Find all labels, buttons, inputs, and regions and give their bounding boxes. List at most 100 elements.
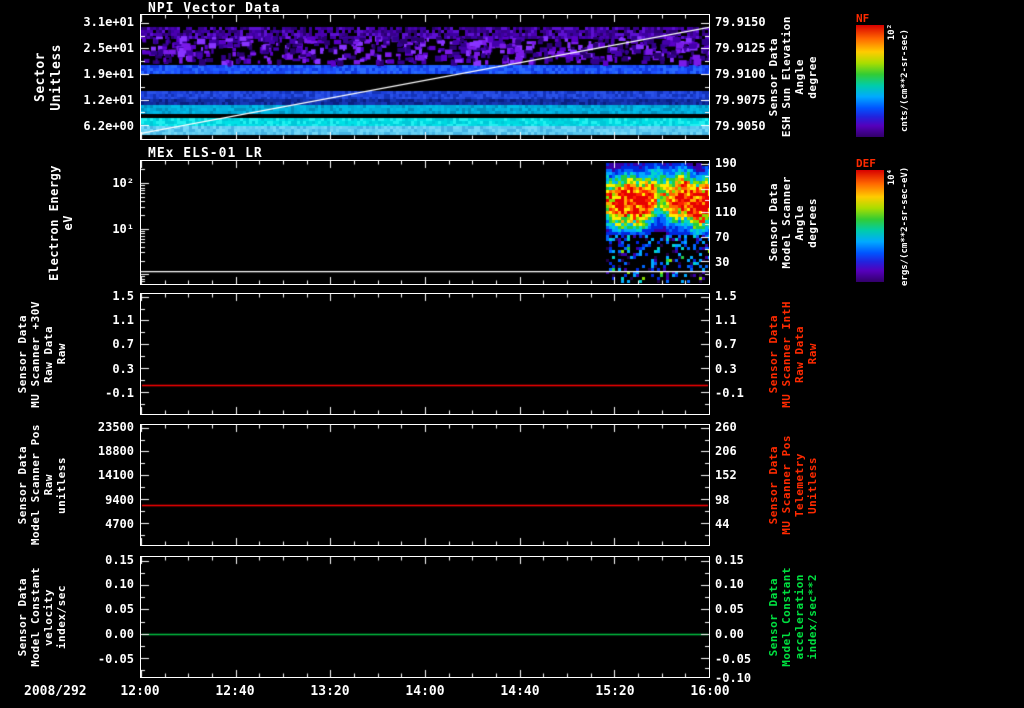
y-tick-label-left: 14100: [54, 468, 134, 482]
panel-canvas-3: [141, 425, 709, 545]
y-tick-label-left: 1.2e+01: [54, 93, 134, 107]
right-label-line: Model Constant: [780, 567, 793, 667]
right-label-line: Unitless: [806, 457, 819, 514]
y-tick-label-left: 0.10: [54, 577, 134, 591]
y-tick-label-left: 0.3: [54, 362, 134, 376]
x-tick-label: 14:40: [486, 684, 554, 699]
y-tick-label-right: 150: [715, 181, 773, 195]
y-tick-label-right: 0.00: [715, 627, 773, 641]
colorbar-nf: NF 10² cnts/(cm**2-sr-sec): [854, 12, 1024, 148]
y-tick-label-left: 4700: [54, 517, 134, 531]
left-label-line: Model Constant: [29, 567, 42, 667]
panel-plot-area-4: [140, 556, 710, 678]
y-tick-label-left: 2.5e+01: [54, 41, 134, 55]
y-tick-label-left: 10¹: [54, 222, 134, 236]
right-label-line: degree: [806, 56, 819, 99]
panel-plot-area-3: [140, 424, 710, 546]
y-tick-label-left: 3.1e+01: [54, 15, 134, 29]
y-tick-label-left: -0.05: [54, 652, 134, 666]
panel-plot-area-1: [140, 160, 710, 285]
y-tick-label-left: 0.00: [54, 627, 134, 641]
y-tick-label-left: 0.7: [54, 337, 134, 351]
colorbar-nf-top-tick-label: 10²: [887, 24, 897, 40]
y-tick-label-right: 30: [715, 255, 773, 269]
y-tick-label-left: 9400: [54, 493, 134, 507]
y-tick-label-right: 79.9075: [715, 93, 773, 107]
panel-plot-area-0: [140, 14, 710, 140]
y-tick-label-right: 0.15: [715, 553, 773, 567]
spectrogram-figure: NPI Vector Data MEx ELS-01 LR 2008/292 N…: [0, 0, 1024, 708]
y-tick-label-left: 1.1: [54, 313, 134, 327]
colorbar-def-title: DEF: [856, 157, 876, 170]
panel-plot-area-2: [140, 293, 710, 415]
right-label-line: Raw: [806, 343, 819, 364]
y-tick-label-right: -0.10: [715, 671, 773, 685]
y-tick-label-right: 1.1: [715, 313, 773, 327]
y-tick-label-right: 190: [715, 156, 773, 170]
y-tick-label-right: 79.9150: [715, 15, 773, 29]
left-label-line: Model Scanner Pos: [29, 424, 42, 545]
y-tick-label-right: 98: [715, 493, 773, 507]
right-label-line: Angle: [793, 59, 806, 95]
x-tick-label: 16:00: [676, 684, 744, 699]
y-tick-label-left: 1.5: [54, 289, 134, 303]
right-label-line: Angle: [793, 205, 806, 241]
right-label-line: degrees: [806, 198, 819, 248]
right-label-line: ESH Sun Elevation: [780, 16, 793, 137]
y-tick-label-right: 260: [715, 420, 773, 434]
y-tick-label-right: 79.9100: [715, 67, 773, 81]
panel-canvas-0: [141, 15, 709, 139]
left-label-line: Sensor Data: [16, 446, 29, 524]
y-tick-label-right: 79.9125: [715, 41, 773, 55]
right-label-line: index/sec**2: [806, 574, 819, 659]
right-label-line: MU Scanner IntH: [780, 301, 793, 408]
panel-title-mex-els-01-lr: MEx ELS-01 LR: [148, 146, 263, 161]
x-tick-label: 14:00: [391, 684, 459, 699]
y-tick-label-right: 70: [715, 230, 773, 244]
y-tick-label-right: 152: [715, 468, 773, 482]
y-tick-label-right: 0.05: [715, 602, 773, 616]
y-tick-label-left: 6.2e+00: [54, 119, 134, 133]
x-tick-label: 12:00: [106, 684, 174, 699]
x-tick-label: 13:20: [296, 684, 364, 699]
x-axis-date-label: 2008/292: [24, 684, 87, 699]
x-tick-label: 12:40: [201, 684, 269, 699]
right-label-line: acceleration: [793, 574, 806, 659]
y-tick-label-left: 1.9e+01: [54, 67, 134, 81]
colorbar-nf-gradient: [856, 25, 884, 137]
colorbar-def-units-label: ergs/(cm**2-sr-sec-eV): [900, 165, 910, 287]
right-label-line: MU Scanner Pos: [780, 435, 793, 535]
right-label-line: Model Scanner: [780, 176, 793, 269]
left-label-line: Sensor Data: [16, 315, 29, 393]
y-tick-label-right: 1.5: [715, 289, 773, 303]
y-tick-label-right: -0.05: [715, 652, 773, 666]
y-tick-label-right: 206: [715, 444, 773, 458]
panel-canvas-1: [141, 161, 709, 284]
colorbar-nf-title: NF: [856, 12, 869, 25]
left-label-line: Sector: [33, 52, 49, 102]
y-tick-label-left: 0.15: [54, 553, 134, 567]
y-tick-label-right: 0.3: [715, 362, 773, 376]
y-tick-label-left: 18800: [54, 444, 134, 458]
y-tick-label-left: 0.05: [54, 602, 134, 616]
y-tick-label-right: 44: [715, 517, 773, 531]
panel-canvas-4: [141, 557, 709, 677]
colorbar-def-gradient: [856, 170, 884, 282]
colorbar-nf-units-label: cnts/(cm**2-sr-sec): [900, 20, 910, 142]
right-label-line: Telemetry: [793, 453, 806, 517]
y-tick-label-right: 110: [715, 205, 773, 219]
colorbar-def-top-tick-label: 10⁴: [887, 169, 897, 185]
x-tick-label: 15:20: [581, 684, 649, 699]
y-tick-label-left: -0.1: [54, 386, 134, 400]
left-label-line: Sensor Data: [16, 578, 29, 656]
colorbar-def: DEF 10⁴ ergs/(cm**2-sr-sec-eV): [854, 157, 1024, 293]
left-label-line: MU Scanner +30V: [29, 301, 42, 408]
right-label-line: Sensor Data: [767, 183, 780, 261]
right-label-line: Raw Data: [793, 326, 806, 383]
y-tick-label-left: 10²: [54, 176, 134, 190]
y-tick-label-right: 0.10: [715, 577, 773, 591]
y-tick-label-right: -0.1: [715, 386, 773, 400]
y-tick-label-right: 0.7: [715, 337, 773, 351]
y-tick-label-left: 23500: [54, 420, 134, 434]
panel-canvas-2: [141, 294, 709, 414]
